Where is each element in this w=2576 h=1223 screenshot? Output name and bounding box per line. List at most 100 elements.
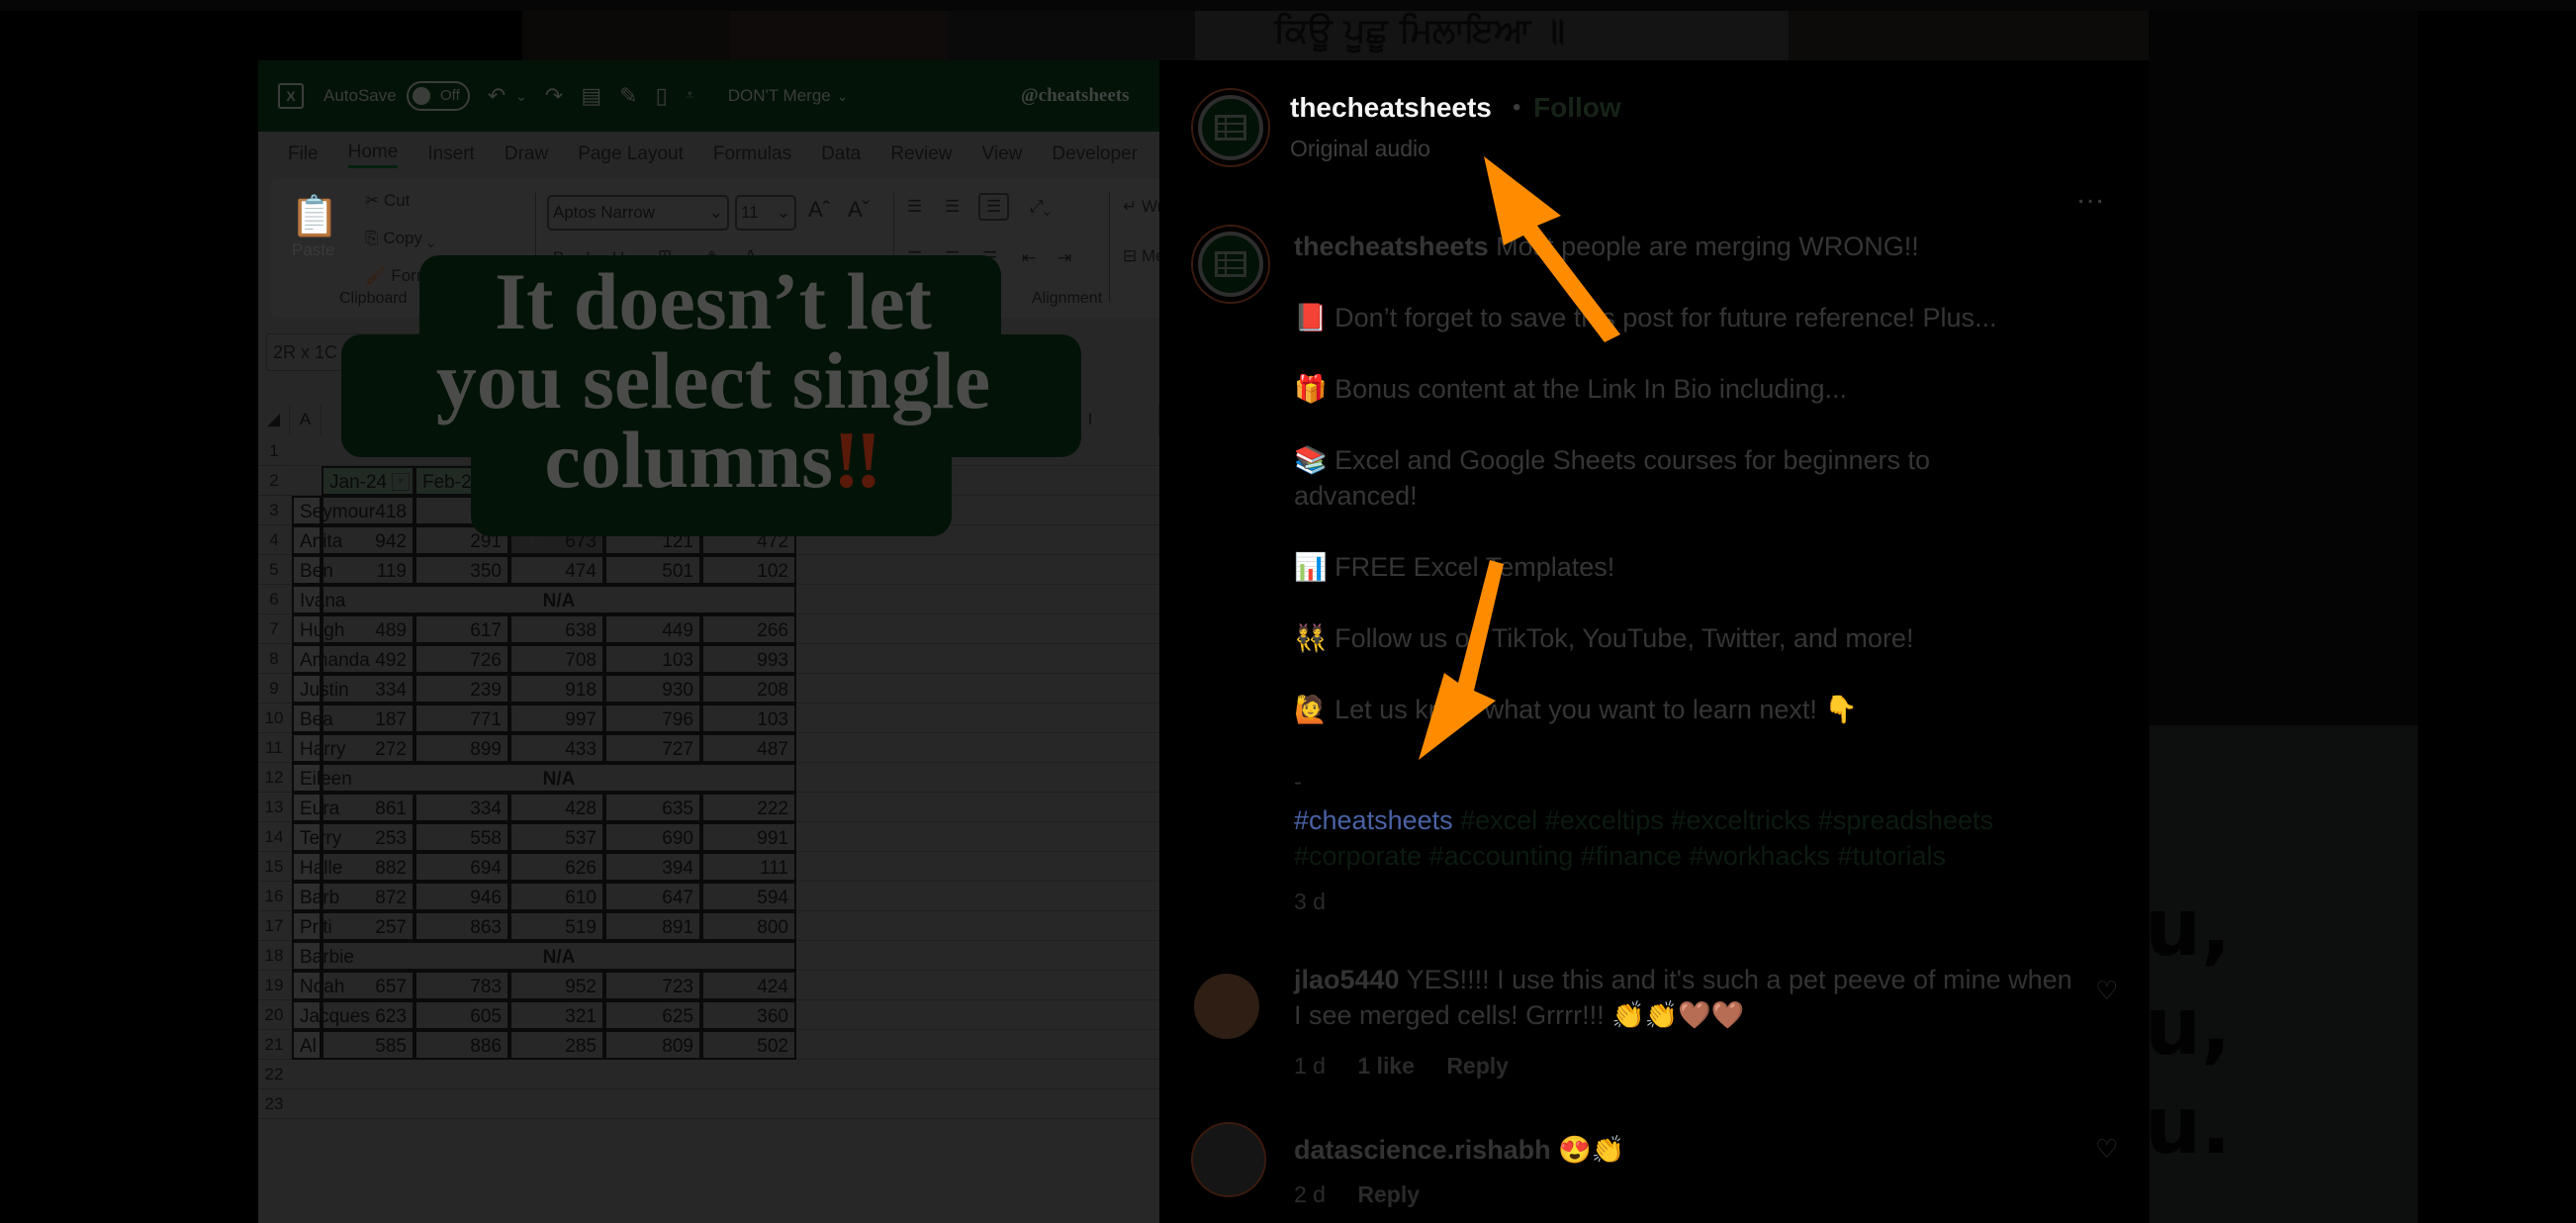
row-header[interactable]: 18: [258, 941, 290, 971]
data-cell[interactable]: 942: [322, 525, 414, 555]
data-cell[interactable]: 918: [509, 674, 604, 704]
name-box[interactable]: 2R x 1C: [266, 333, 424, 371]
data-cell[interactable]: 796: [604, 704, 701, 733]
undo-dropdown-icon[interactable]: ⌄: [515, 88, 527, 105]
fill-color-icon[interactable]: ◈: [705, 246, 718, 266]
italic-icon[interactable]: I: [585, 248, 590, 268]
data-cell[interactable]: 690: [604, 822, 701, 852]
data-cell[interactable]: 239: [414, 674, 509, 704]
data-cell[interactable]: 626: [509, 852, 604, 882]
document-name[interactable]: DON'T Merge: [728, 86, 831, 106]
name-cell[interactable]: Harry: [292, 733, 345, 763]
data-cell[interactable]: 489: [322, 614, 414, 644]
data-cell[interactable]: 334: [322, 674, 414, 704]
tab-view[interactable]: View: [982, 143, 1023, 165]
tab-data[interactable]: Data: [821, 143, 861, 165]
data-cell[interactable]: 617: [414, 614, 509, 644]
column-header[interactable]: G: [796, 405, 925, 434]
data-cell[interactable]: 647: [604, 882, 701, 911]
data-cell[interactable]: 291: [414, 496, 509, 525]
row-header[interactable]: 17: [258, 911, 290, 941]
commenter-avatar[interactable]: [1191, 1122, 1266, 1197]
column-header[interactable]: D: [509, 405, 604, 434]
data-cell[interactable]: 657: [322, 971, 414, 1000]
name-cell[interactable]: Ben: [292, 555, 333, 585]
hashtag-link[interactable]: #spreadsheets: [1818, 805, 1993, 835]
decrease-indent-icon[interactable]: ⇤: [1022, 248, 1036, 268]
data-cell[interactable]: 492: [322, 644, 414, 674]
data-cell[interactable]: 474: [509, 555, 604, 585]
row-header[interactable]: 23: [258, 1089, 290, 1119]
data-cell[interactable]: 119: [322, 555, 414, 585]
filter-dropdown-icon[interactable]: ▾: [487, 473, 505, 491]
row-header[interactable]: 11: [258, 733, 290, 763]
borders-icon[interactable]: ⊞: [658, 246, 672, 266]
data-cell[interactable]: 800: [701, 911, 796, 941]
row-header[interactable]: 8: [258, 644, 290, 674]
undo-icon[interactable]: ↶: [488, 83, 506, 109]
row-header[interactable]: 22: [258, 1060, 290, 1089]
caption-username[interactable]: thecheatsheets: [1294, 232, 1489, 261]
tab-insert[interactable]: Insert: [427, 143, 475, 165]
column-header[interactable]: I: [1022, 405, 1159, 434]
data-cell[interactable]: 635: [604, 793, 701, 822]
name-cell[interactable]: Terry: [292, 822, 341, 852]
data-cell[interactable]: 872: [322, 882, 414, 911]
filter-dropdown-icon[interactable]: ▾: [582, 473, 599, 491]
row-header[interactable]: 3: [258, 496, 290, 525]
author-username[interactable]: thecheatsheets: [1290, 92, 1492, 124]
data-cell[interactable]: 253: [322, 822, 414, 852]
data-cell[interactable]: 818: [701, 496, 796, 525]
name-cell[interactable]: Bea: [292, 704, 333, 733]
data-cell[interactable]: 991: [701, 822, 796, 852]
data-cell[interactable]: 257: [322, 911, 414, 941]
row-header[interactable]: 4: [258, 525, 290, 555]
font-color-icon[interactable]: A: [745, 246, 756, 266]
table-header-cell[interactable]: Feb-24 ▾: [414, 466, 509, 496]
hashtag-link[interactable]: #finance: [1581, 841, 1682, 871]
document-dropdown-icon[interactable]: ⌄: [837, 88, 849, 105]
data-cell[interactable]: 997: [509, 704, 604, 733]
name-cell[interactable]: Barb: [292, 882, 339, 911]
data-cell[interactable]: 433: [509, 733, 604, 763]
tab-page-layout[interactable]: Page Layout: [578, 143, 684, 165]
row-header[interactable]: 15: [258, 852, 290, 882]
name-cell[interactable]: Anita: [292, 525, 342, 555]
row-header[interactable]: 12: [258, 763, 290, 793]
row-header[interactable]: 1: [258, 436, 290, 466]
row-header[interactable]: 19: [258, 971, 290, 1000]
data-cell[interactable]: 472: [701, 525, 796, 555]
data-cell[interactable]: 501: [604, 555, 701, 585]
name-cell[interactable]: Hugh: [292, 614, 344, 644]
save-icon[interactable]: ▤: [581, 83, 601, 109]
data-cell[interactable]: 638: [509, 614, 604, 644]
data-cell[interactable]: 428: [509, 793, 604, 822]
new-file-icon[interactable]: ▯: [656, 83, 668, 109]
align-left-icon[interactable]: ☰: [907, 248, 922, 268]
comment-likes[interactable]: 1 like: [1357, 1053, 1415, 1079]
name-cell[interactable]: Al: [292, 1030, 322, 1060]
data-cell[interactable]: 272: [322, 733, 414, 763]
row-header[interactable]: 21: [258, 1030, 290, 1060]
name-cell[interactable]: Noah: [292, 971, 344, 1000]
data-cell[interactable]: 519: [509, 911, 604, 941]
merged-na-cell[interactable]: N/A: [322, 941, 796, 971]
data-cell[interactable]: 285: [509, 1030, 604, 1060]
data-cell[interactable]: 558: [414, 822, 509, 852]
table-header-cell[interactable]: Apr-24 ▾: [604, 466, 701, 496]
data-cell[interactable]: 502: [701, 1030, 796, 1060]
hashtag-link[interactable]: #exceltips: [1545, 805, 1664, 835]
commenter-username[interactable]: jlao5440: [1294, 965, 1400, 994]
hashtag-link[interactable]: #corporate: [1294, 841, 1422, 871]
row-header[interactable]: 9: [258, 674, 290, 704]
hashtag-link[interactable]: #exceltricks: [1671, 805, 1810, 835]
data-cell[interactable]: 537: [509, 496, 604, 525]
name-cell[interactable]: Jacques: [292, 1000, 370, 1030]
column-header[interactable]: H: [925, 405, 1022, 434]
name-cell[interactable]: Ivana: [292, 585, 345, 614]
more-options-icon[interactable]: …: [2075, 177, 2107, 211]
commenter-username[interactable]: datascience.rishabh: [1294, 1135, 1551, 1165]
follow-button[interactable]: Follow: [1533, 92, 1621, 124]
tab-home[interactable]: Home: [347, 141, 399, 168]
row-header[interactable]: 13: [258, 793, 290, 822]
